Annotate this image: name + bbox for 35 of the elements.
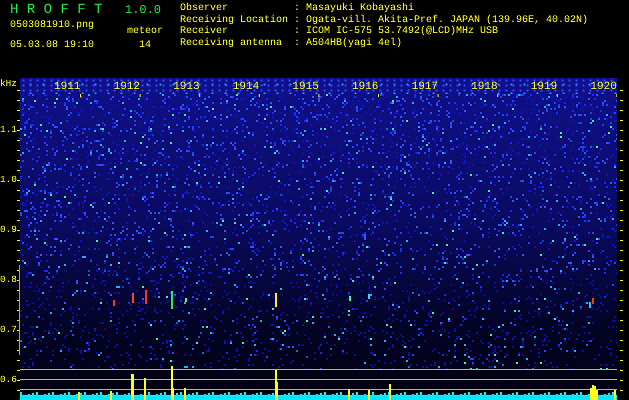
info-label: Receiving antenna <box>180 38 284 49</box>
counter-label: meteor <box>126 26 163 38</box>
time-label: 1918 <box>471 81 498 93</box>
info-label: Observer <box>180 3 230 14</box>
separator: : <box>294 3 302 14</box>
axis-label: 1.1 <box>0 124 17 136</box>
info-label: Receiver <box>180 26 230 38</box>
info-value: ICOM IC-575 53.7492(@LCD)MHz USB <box>306 26 500 38</box>
time-label: 1912 <box>114 81 140 93</box>
meteor-count: 14 <box>138 40 151 52</box>
separator: : <box>294 38 302 49</box>
time-label: 1913 <box>173 81 200 93</box>
app-name: H R O F F T <box>10 2 104 20</box>
app-version: 1.0.0 <box>125 2 162 19</box>
time-label: 1919 <box>530 81 558 93</box>
info-value: A504HB(yagi 4el) <box>306 38 404 49</box>
axis-unit: kHz <box>0 78 17 90</box>
time-label: 1920 <box>590 81 617 93</box>
time-label: 1917 <box>412 81 438 93</box>
file-name: 0503081910.png <box>10 20 96 33</box>
info-value: Ogata-vill. Akita-Pref. JAPAN (139.96E, 40.02N) <box>306 14 588 26</box>
axis-label: 0.6 <box>0 374 17 386</box>
time-label: 1911 <box>54 81 80 93</box>
axis-label: 0.8 <box>0 274 17 286</box>
date-time: 05.03.08 19:10 <box>10 40 96 53</box>
time-label: 1914 <box>232 81 260 93</box>
info-value: Masayuki Kobayashi <box>306 3 416 14</box>
time-label: 1916 <box>352 81 378 93</box>
axis-label: 1.0 <box>0 174 17 186</box>
info-label: Receiving Location <box>180 14 290 26</box>
time-label: 1915 <box>292 81 319 93</box>
separator: : <box>294 14 302 26</box>
separator: : <box>294 26 302 38</box>
axis-label: 0.9 <box>0 224 17 236</box>
axis-label: 0.7 <box>0 324 17 336</box>
